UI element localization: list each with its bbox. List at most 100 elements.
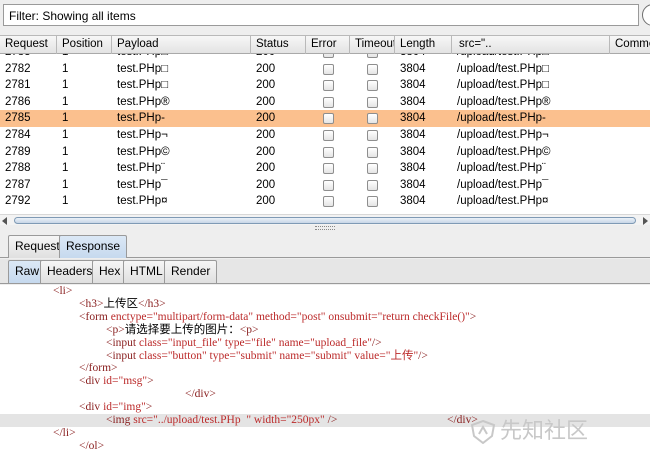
timeout-checkbox[interactable]	[367, 129, 378, 141]
cell-length: 3804	[400, 79, 426, 92]
cell-payload: test.PHp□	[117, 79, 169, 92]
cell-length: 3804	[400, 128, 426, 141]
cell-status: 200	[256, 178, 276, 191]
cell-position: 1	[62, 128, 69, 141]
timeout-checkbox[interactable]	[367, 54, 378, 58]
tab-request[interactable]: Request	[8, 235, 67, 258]
column-request[interactable]: Request	[0, 36, 57, 54]
table-row[interactable]: 2787 1 test.PHp¯ 200 3804/upload/test.PHp¯	[0, 177, 650, 194]
table-row[interactable]: 27831test.PHp□200 3804/upload/test.PHp□	[0, 54, 650, 61]
cell-position: 1	[62, 145, 69, 158]
cell-position: 1	[62, 162, 69, 175]
scroll-right-icon[interactable]	[643, 217, 648, 225]
cell-request: 2789	[5, 145, 31, 158]
column-comment[interactable]: Comme	[610, 36, 650, 54]
cell-status: 200	[256, 95, 276, 108]
column-length[interactable]: Length	[395, 36, 452, 54]
timeout-checkbox[interactable]	[367, 63, 378, 75]
timeout-checkbox[interactable]	[367, 96, 378, 108]
cell-payload: test.PHp¯	[117, 178, 168, 191]
watermark-text: 先知社区	[500, 419, 589, 444]
code-line: <form enctype="multipart/form-data" meth…	[79, 310, 477, 323]
cell-request: 2783	[0, 54, 57, 61]
cell-length: 3804	[400, 178, 426, 191]
timeout-checkbox[interactable]	[367, 196, 378, 208]
table-row[interactable]: 2781 1 test.PHp□ 200 3804/upload/test.PHp□	[0, 77, 650, 94]
cell-request: 2785	[5, 112, 31, 125]
filter-label: Filter: Showing all items	[9, 9, 136, 23]
filter-input[interactable]: Filter: Showing all items	[3, 4, 639, 26]
error-checkbox[interactable]	[323, 96, 334, 108]
cell-src: /upload/test.PHp¨	[457, 162, 546, 175]
tab-render[interactable]: Render	[164, 260, 218, 283]
cell-position: 1	[57, 54, 112, 61]
error-checkbox[interactable]	[323, 80, 334, 92]
table-row[interactable]: 2782 1 test.PHp□ 200 3804/upload/test.PHp□	[0, 61, 650, 78]
column-payload[interactable]: Payload	[112, 36, 251, 54]
cell-payload: test.PHp¨	[117, 162, 165, 175]
error-checkbox[interactable]	[323, 179, 334, 191]
table-row[interactable]: 2784 1 test.PHp¬ 200 3804/upload/test.PHp¬	[0, 127, 650, 144]
error-checkbox[interactable]	[323, 196, 334, 208]
column-timeout[interactable]: Timeout	[350, 36, 395, 54]
error-checkbox[interactable]	[323, 63, 334, 75]
timeout-checkbox[interactable]	[367, 163, 378, 175]
code-line: <h3>上传区</h3>	[79, 297, 166, 310]
error-checkbox[interactable]	[323, 113, 334, 125]
cell-status: 200	[256, 62, 276, 75]
error-checkbox[interactable]	[323, 163, 334, 175]
timeout-checkbox[interactable]	[367, 80, 378, 92]
code-line: <li>	[53, 285, 73, 297]
cell-length: 3804	[400, 145, 426, 158]
timeout-checkbox[interactable]	[367, 146, 378, 158]
cell-position: 1	[62, 62, 69, 75]
filter-help-button[interactable]	[642, 4, 650, 26]
code-line: </form>	[79, 362, 118, 375]
cell-payload: test.PHp□	[117, 62, 169, 75]
table-row[interactable]: 2792 1 test.PHp¤ 200 3804/upload/test.PHp¤	[0, 193, 650, 210]
cell-request: 2784	[5, 128, 31, 141]
scrollbar-thumb[interactable]	[14, 217, 636, 224]
code-line: </div>	[185, 388, 216, 401]
error-checkbox[interactable]	[323, 129, 334, 141]
tab-response[interactable]: Response	[59, 235, 128, 258]
cell-position: 1	[62, 79, 69, 92]
tab-html[interactable]: HTML	[123, 260, 170, 283]
cell-request: 2781	[5, 79, 31, 92]
table-row[interactable]: 2789 1 test.PHp© 200 3804/upload/test.PHp©	[0, 144, 650, 161]
column-error[interactable]: Error	[306, 36, 350, 54]
scroll-left-icon[interactable]	[2, 217, 7, 225]
cell-position: 1	[62, 195, 69, 208]
cell-src: /upload/test.PHp¤	[457, 195, 549, 208]
column-position[interactable]: Position	[57, 36, 112, 54]
cell-length: 3804	[400, 112, 426, 125]
horizontal-scrollbar[interactable]	[0, 214, 650, 225]
cell-length: 3804	[400, 62, 426, 75]
timeout-checkbox[interactable]	[367, 113, 378, 125]
cell-src: /upload/test.PHp¯	[457, 178, 549, 191]
cell-payload: test.PHp□	[112, 54, 251, 61]
cell-src: /upload/test.PHp□	[457, 79, 549, 92]
timeout-checkbox[interactable]	[367, 179, 378, 191]
error-checkbox[interactable]	[323, 146, 334, 158]
cell-status: 200	[256, 195, 276, 208]
column-status[interactable]: Status	[251, 36, 306, 54]
results-table: Request Position Payload Status Error Ti…	[0, 35, 650, 225]
code-line: <p>请选择要上传的图片：<p>	[106, 323, 259, 336]
cell-status: 200	[256, 162, 276, 175]
cell-payload: test.PHp-	[117, 112, 165, 125]
cell-status: 200	[256, 128, 276, 141]
cell-position: 1	[62, 95, 69, 108]
shield-logo-icon	[470, 420, 496, 444]
split-pane-handle[interactable]	[315, 226, 335, 230]
tab-headers[interactable]: Headers	[40, 260, 100, 283]
table-row[interactable]: 2786 1 test.PHp® 200 3804/upload/test.PHp®	[0, 94, 650, 111]
cell-position: 1	[62, 112, 69, 125]
table-row[interactable]: 2788 1 test.PHp¨ 200 3804/upload/test.PHp¨	[0, 160, 650, 177]
column-src[interactable]: src="..	[452, 36, 610, 54]
watermark: 先知社区	[470, 413, 589, 444]
table-row[interactable]: 2785 1 test.PHp- 200 3804/upload/test.PHp-	[0, 110, 650, 127]
cell-length: 3804	[400, 95, 426, 108]
cell-status: 200	[256, 112, 276, 125]
error-checkbox[interactable]	[323, 54, 334, 58]
